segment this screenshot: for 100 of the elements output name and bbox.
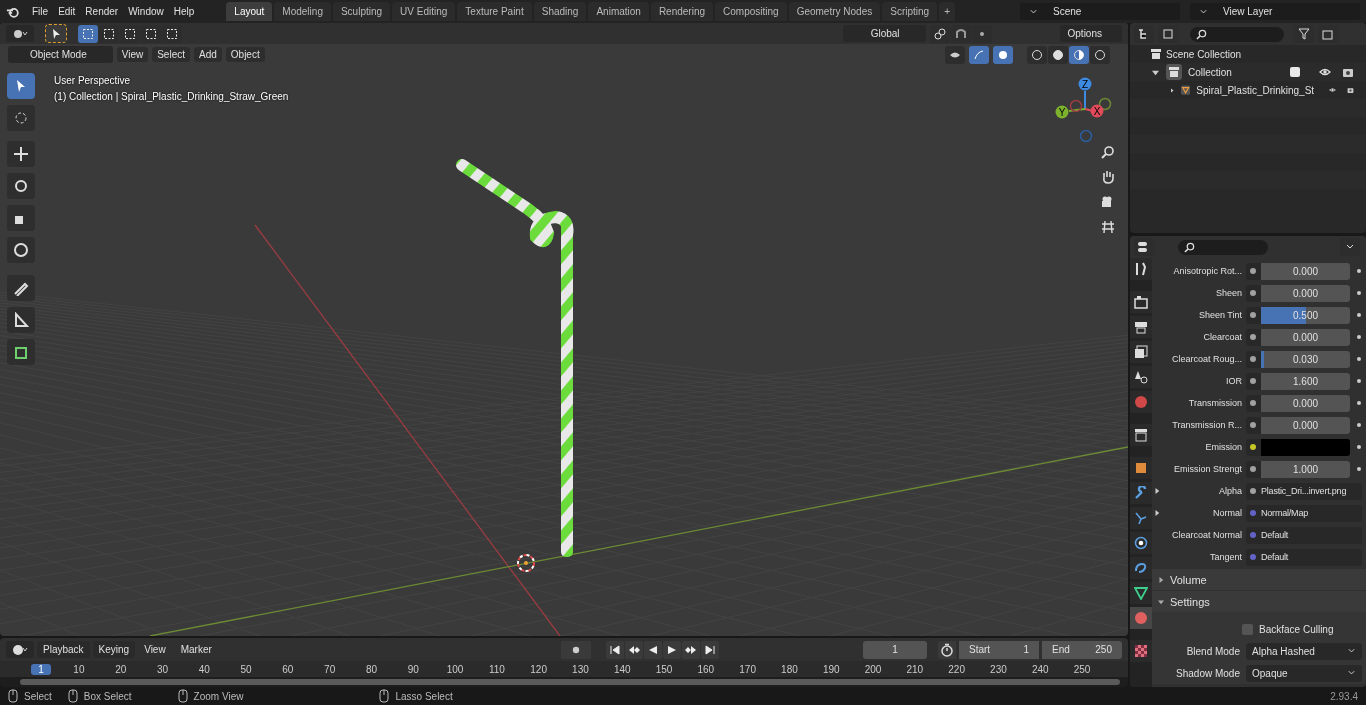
cursor-tool[interactable] <box>7 105 35 131</box>
dropdown-field[interactable]: Alpha Hashed <box>1246 642 1362 660</box>
workspace-tab[interactable]: Sculpting <box>332 2 391 21</box>
keyframe-dot-icon[interactable] <box>1357 313 1361 317</box>
scale-tool[interactable] <box>7 205 35 231</box>
number-field[interactable]: 1.000 <box>1261 460 1350 478</box>
tweak-tool-button[interactable] <box>46 25 66 42</box>
socket-dot-icon[interactable] <box>1250 400 1256 406</box>
socket-dot-icon[interactable] <box>1250 532 1256 538</box>
timeline-menu-item[interactable]: View <box>138 641 172 658</box>
negative-axis-handle[interactable] <box>1069 99 1083 113</box>
stopwatch-icon[interactable] <box>938 640 956 659</box>
socket-dot-icon[interactable] <box>1250 422 1256 428</box>
viewport-menu-item[interactable]: View <box>116 47 149 62</box>
socket-dot-icon[interactable] <box>1250 312 1256 318</box>
properties-tab[interactable] <box>1130 366 1152 388</box>
tree-item[interactable]: Collection <box>1188 66 1232 78</box>
value-slider[interactable]: 0.000 <box>1261 328 1350 346</box>
workspace-tab[interactable]: Animation <box>588 2 649 21</box>
socket-dot-icon[interactable] <box>1250 444 1256 450</box>
properties-tab[interactable] <box>1130 316 1152 338</box>
play-button[interactable] <box>663 640 682 659</box>
previous-keyframe-button[interactable] <box>625 640 644 659</box>
workspace-tab[interactable]: Geometry Nodes <box>788 2 881 21</box>
workspace-tab[interactable]: Layout <box>226 2 273 21</box>
record-button[interactable] <box>561 640 592 659</box>
properties-tab[interactable] <box>1130 291 1152 313</box>
viewport-menu-item[interactable]: Add <box>194 47 222 62</box>
socket-dot-icon[interactable] <box>1250 290 1256 296</box>
number-field[interactable]: 1.600 <box>1261 372 1350 390</box>
editor-type-button[interactable] <box>6 25 34 42</box>
socket-dot-icon[interactable] <box>1250 378 1256 384</box>
timeline-menu-item[interactable]: Marker <box>174 641 218 658</box>
annotate-tool[interactable] <box>7 275 35 301</box>
dropdown-field[interactable]: Opaque <box>1246 664 1362 682</box>
timeline-editor-button[interactable] <box>6 641 34 658</box>
value-slider[interactable]: 0.000 <box>1261 262 1350 280</box>
end-frame-field[interactable]: End 250 <box>1042 640 1122 659</box>
socket-dot-icon[interactable] <box>1250 466 1256 472</box>
pivot-point-button[interactable] <box>929 24 950 43</box>
eye-icon[interactable] <box>1319 67 1331 77</box>
value-slider[interactable]: 0.000 <box>1261 284 1350 302</box>
camera-icon[interactable] <box>1347 85 1354 95</box>
menu-item[interactable]: Help <box>173 6 203 17</box>
socket-dot-icon[interactable] <box>1250 488 1256 494</box>
workspace-tab[interactable]: Compositing <box>715 2 787 21</box>
start-frame-field[interactable]: Start 1 <box>959 640 1039 659</box>
workspace-tab[interactable]: Texture Paint <box>457 2 532 21</box>
jump-end-button[interactable] <box>701 640 720 659</box>
expand-arrow-icon[interactable] <box>1170 86 1175 94</box>
keyframe-dot-icon[interactable] <box>1357 467 1361 471</box>
keyframe-dot-icon[interactable] <box>1357 379 1361 383</box>
workspace-tab[interactable]: Scripting <box>882 2 938 21</box>
keyframe-dot-icon[interactable] <box>1357 291 1361 295</box>
color-swatch[interactable] <box>1261 438 1350 456</box>
keyframe-dot-icon[interactable] <box>1357 335 1361 339</box>
timeline-menu-item[interactable]: Keying <box>92 641 136 658</box>
properties-tab[interactable] <box>1130 424 1152 446</box>
socket-dot-icon[interactable] <box>1250 268 1256 274</box>
jump-start-button[interactable] <box>606 640 625 659</box>
properties-tab[interactable] <box>1130 582 1152 604</box>
tree-item[interactable]: Spiral_Plastic_Drinking_St <box>1196 84 1315 96</box>
socket-dot-icon[interactable] <box>1250 356 1256 362</box>
keyframe-dot-icon[interactable] <box>1357 269 1361 273</box>
add-cube-tool[interactable] <box>7 339 35 365</box>
object-mode-dropdown[interactable]: Object Mode <box>8 46 113 63</box>
negative-axis-handle[interactable] <box>1098 97 1112 111</box>
options-dropdown[interactable]: Options <box>1059 25 1122 42</box>
next-keyframe-button[interactable] <box>682 640 701 659</box>
selection-mode-button[interactable] <box>78 24 98 43</box>
value-slider[interactable]: 0.000 <box>1261 416 1350 434</box>
select-box-tool[interactable] <box>7 73 35 99</box>
z-axis-handle[interactable]: Z <box>1078 77 1092 91</box>
negative-axis-handle[interactable] <box>1079 129 1093 143</box>
camera-icon[interactable] <box>1342 67 1354 77</box>
menu-item[interactable]: Render <box>85 6 127 17</box>
x-axis-handle[interactable]: X <box>1090 104 1104 118</box>
expand-arrow-icon[interactable] <box>1152 68 1159 76</box>
scene-field[interactable]: Scene <box>1020 3 1180 20</box>
menu-item[interactable]: Edit <box>58 6 84 17</box>
search-field[interactable] <box>1178 239 1268 255</box>
menu-item[interactable]: Window <box>128 6 172 17</box>
checkbox[interactable] <box>1242 623 1253 635</box>
viewport-menu-item[interactable]: Select <box>152 47 190 62</box>
workspace-tab[interactable]: Modeling <box>274 2 331 21</box>
measure-tool[interactable] <box>7 307 35 333</box>
selection-mode-button[interactable] <box>99 24 119 43</box>
workspace-tab[interactable]: UV Editing <box>392 2 456 21</box>
expand-arrow-icon[interactable] <box>1154 488 1160 494</box>
move-tool[interactable] <box>7 141 35 167</box>
expand-arrow-icon[interactable] <box>1154 510 1160 516</box>
view-layer-field[interactable]: View Layer <box>1190 3 1360 20</box>
properties-tab[interactable] <box>1130 341 1152 363</box>
keyframe-dot-icon[interactable] <box>1357 423 1361 427</box>
rotate-tool[interactable] <box>7 173 35 199</box>
current-frame-field[interactable]: 1 <box>863 640 927 659</box>
exclude-checkbox[interactable] <box>1290 67 1300 77</box>
socket-dot-icon[interactable] <box>1250 334 1256 340</box>
search-field[interactable] <box>1190 26 1284 42</box>
properties-tab[interactable] <box>1130 258 1152 280</box>
